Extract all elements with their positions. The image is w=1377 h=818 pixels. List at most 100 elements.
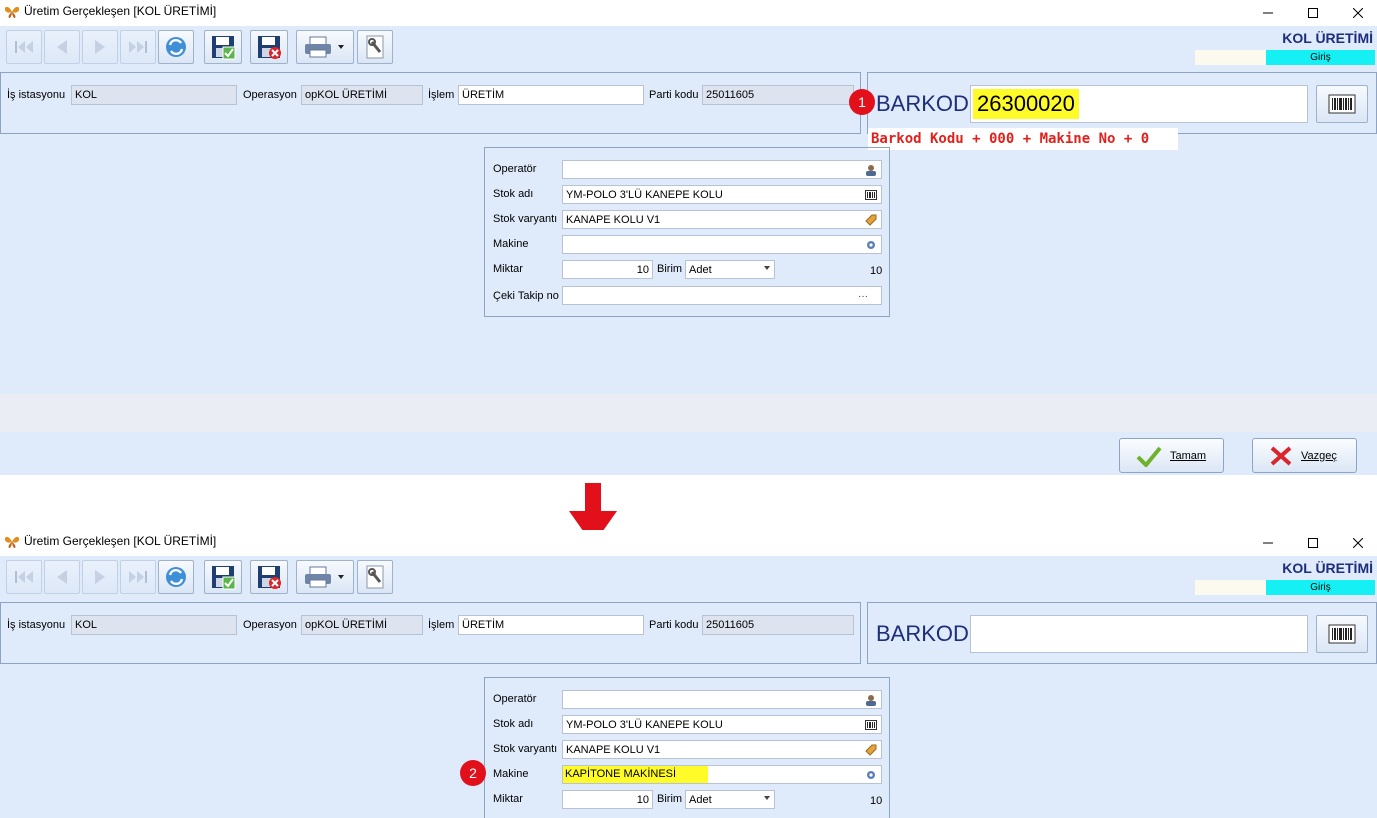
butterfly-app-icon xyxy=(4,536,20,548)
islem-field[interactable]: ÜRETİM xyxy=(458,615,644,635)
barcode-panel: BARKOD xyxy=(867,602,1377,664)
save-button[interactable] xyxy=(204,560,242,594)
stok-adi-field[interactable]: YM-POLO 3'LÜ KANEPE KOLU xyxy=(562,715,882,734)
islem-label: İşlem xyxy=(428,89,455,101)
gear-icon[interactable] xyxy=(864,768,878,782)
barcode-button[interactable] xyxy=(1316,615,1368,653)
miktar-field[interactable]: 10 xyxy=(562,260,653,279)
close-button[interactable] xyxy=(1335,530,1377,556)
birim-value: Adet xyxy=(689,794,712,806)
status-bar: Giriş xyxy=(1195,50,1375,65)
operator-label: Operatör xyxy=(493,693,537,705)
prev-record-icon xyxy=(57,40,67,54)
tag-icon[interactable] xyxy=(864,213,878,227)
person-icon[interactable] xyxy=(864,163,878,177)
barcode-icon xyxy=(1328,624,1356,644)
delete-icon xyxy=(258,566,281,589)
barcode-value: 26300020 xyxy=(973,89,1079,119)
makine-field[interactable]: KAPİTONE MAKİNESİ xyxy=(562,765,882,784)
ok-button[interactable]: Tamam xyxy=(1119,438,1224,473)
minimize-button[interactable] xyxy=(1245,530,1291,556)
minimize-button[interactable] xyxy=(1245,0,1291,26)
barcode-icon[interactable] xyxy=(864,718,878,732)
operator-field[interactable] xyxy=(562,690,882,709)
status-left xyxy=(1195,580,1266,595)
print-icon xyxy=(305,36,344,58)
tag-icon[interactable] xyxy=(864,743,878,757)
first-record-button[interactable] xyxy=(6,560,42,594)
parti-kodu-field: 25011605 xyxy=(702,615,854,635)
info-panel: İş istasyonu KOL Operasyon opKOL ÜRETİMİ… xyxy=(0,72,861,134)
delete-button[interactable] xyxy=(250,560,288,594)
refresh-button[interactable] xyxy=(158,560,194,594)
makine-value: KAPİTONE MAKİNESİ xyxy=(563,766,708,783)
barcode-panel: BARKOD 26300020 xyxy=(867,72,1377,134)
prev-record-icon xyxy=(57,570,67,584)
person-icon[interactable] xyxy=(864,693,878,707)
parti-kodu-label: Parti kodu xyxy=(649,619,699,631)
check-icon xyxy=(1136,446,1162,467)
refresh-icon xyxy=(166,37,186,57)
prev-record-button[interactable] xyxy=(44,30,80,64)
next-record-button[interactable] xyxy=(82,560,118,594)
status-left xyxy=(1195,50,1266,65)
birim-select[interactable]: Adet xyxy=(685,790,775,809)
stok-varyanti-field[interactable]: KANAPE KOLU V1 xyxy=(562,210,882,229)
operator-field[interactable] xyxy=(562,160,882,179)
refresh-icon xyxy=(166,567,186,587)
barcode-hint: Barkod Kodu + 000 + Makine No + 0 xyxy=(868,128,1178,150)
last-record-icon xyxy=(129,41,147,53)
print-button[interactable] xyxy=(296,560,354,594)
last-record-button[interactable] xyxy=(120,560,156,594)
prev-record-button[interactable] xyxy=(44,560,80,594)
barcode-input[interactable]: 26300020 xyxy=(970,85,1308,123)
barcode-input[interactable] xyxy=(970,615,1308,653)
title-bar: Üretim Gerçekleşen [KOL ÜRETİMİ] xyxy=(0,530,1377,556)
birim-label: Birim xyxy=(657,793,683,805)
operasyon-field: opKOL ÜRETİMİ xyxy=(301,85,423,105)
parti-kodu-label: Parti kodu xyxy=(649,89,699,101)
delete-button[interactable] xyxy=(250,30,288,64)
maximize-button[interactable] xyxy=(1290,0,1336,26)
butterfly-app-icon xyxy=(4,6,20,18)
print-button[interactable] xyxy=(296,30,354,64)
ellipsis-icon[interactable]: ··· xyxy=(848,289,878,303)
tools-button[interactable] xyxy=(357,560,393,594)
islem-field[interactable]: ÜRETİM xyxy=(458,85,644,105)
miktar-total: 10 xyxy=(870,265,883,277)
window-title: Üretim Gerçekleşen [KOL ÜRETİMİ] xyxy=(24,4,217,18)
tools-button[interactable] xyxy=(357,30,393,64)
tools-icon xyxy=(366,35,384,59)
window-before: Üretim Gerçekleşen [KOL ÜRETİMİ] KOL ÜRE… xyxy=(0,0,1377,475)
next-record-icon xyxy=(95,570,105,584)
birim-label: Birim xyxy=(657,263,683,275)
window-title: Üretim Gerçekleşen [KOL ÜRETİMİ] xyxy=(24,534,217,548)
next-record-button[interactable] xyxy=(82,30,118,64)
first-record-button[interactable] xyxy=(6,30,42,64)
ceki-field[interactable]: ··· xyxy=(562,286,882,305)
miktar-field[interactable]: 10 xyxy=(562,790,653,809)
status-bar: Giriş xyxy=(1195,580,1375,595)
makine-field[interactable] xyxy=(562,235,882,254)
barcode-icon xyxy=(1328,94,1356,114)
barcode-button[interactable] xyxy=(1316,85,1368,123)
operasyon-label: Operasyon xyxy=(243,89,297,101)
header-title: KOL ÜRETİMİ xyxy=(1282,30,1373,46)
cancel-button[interactable]: Vazgeç xyxy=(1252,438,1357,473)
save-button[interactable] xyxy=(204,30,242,64)
birim-select[interactable]: Adet xyxy=(685,260,775,279)
first-record-icon xyxy=(15,41,33,53)
maximize-button[interactable] xyxy=(1290,530,1336,556)
stok-varyanti-field[interactable]: KANAPE KOLU V1 xyxy=(562,740,882,759)
refresh-button[interactable] xyxy=(158,30,194,64)
stok-adi-field[interactable]: YM-POLO 3'LÜ KANEPE KOLU xyxy=(562,185,882,204)
title-bar: Üretim Gerçekleşen [KOL ÜRETİMİ] xyxy=(0,0,1377,26)
islem-label: İşlem xyxy=(428,619,455,631)
close-button[interactable] xyxy=(1335,0,1377,26)
stok-adi-label: Stok adı xyxy=(493,718,534,730)
operator-label: Operatör xyxy=(493,163,537,175)
last-record-icon xyxy=(129,571,147,583)
barcode-icon[interactable] xyxy=(864,188,878,202)
gear-icon[interactable] xyxy=(864,238,878,252)
last-record-button[interactable] xyxy=(120,30,156,64)
